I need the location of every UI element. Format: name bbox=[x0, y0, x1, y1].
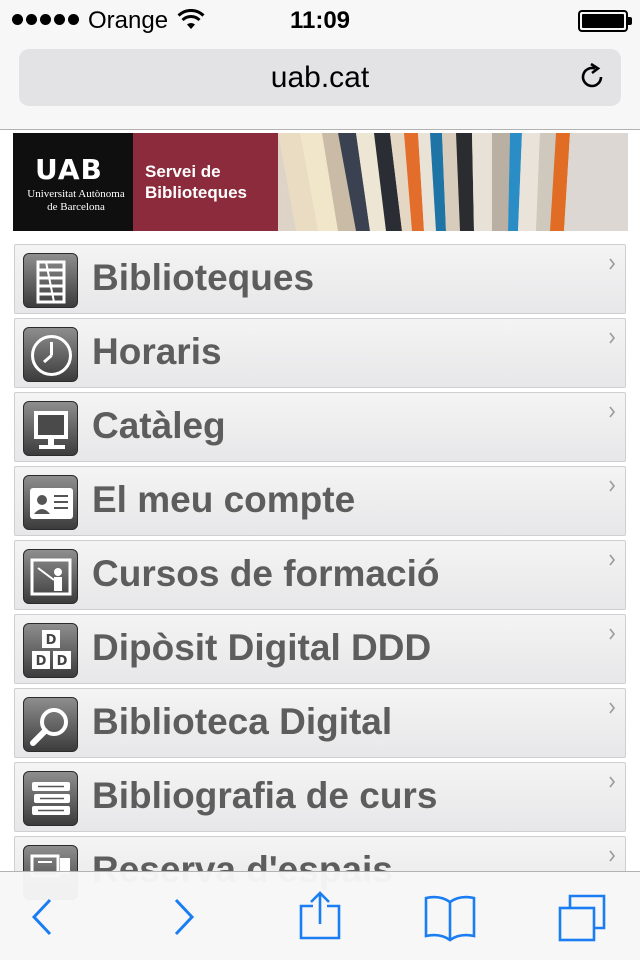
menu-item-diposit-digital-ddd[interactable]: D D D Dipòsit Digital DDD bbox=[14, 614, 626, 684]
clock-time: 11:09 bbox=[289, 7, 351, 34]
chevron-right-icon bbox=[609, 776, 616, 788]
library-shelf-icon bbox=[23, 253, 78, 308]
browser-toolbar bbox=[0, 871, 640, 960]
menu-item-label: Biblioteca Digital bbox=[92, 701, 393, 742]
menu-item-cataleg[interactable]: Catàleg bbox=[14, 392, 626, 462]
menu-item-horaris[interactable]: Horaris bbox=[14, 318, 626, 388]
menu-item-label: Bibliografia de curs bbox=[92, 775, 438, 816]
chevron-right-icon bbox=[609, 628, 616, 640]
service-line-1: Servei de bbox=[145, 162, 221, 181]
chevron-right-icon bbox=[609, 406, 616, 418]
back-icon[interactable] bbox=[14, 890, 74, 944]
chevron-right-icon bbox=[609, 332, 616, 344]
uab-logo: UAB Universitat Autònoma de Barcelona bbox=[13, 133, 133, 231]
bookmarks-icon[interactable] bbox=[420, 890, 480, 944]
svg-text:D: D bbox=[46, 633, 57, 648]
service-title: Servei de Biblioteques bbox=[133, 133, 278, 231]
uab-logo-text: UAB bbox=[35, 153, 103, 186]
menu-item-label: Dipòsit Digital DDD bbox=[92, 627, 432, 668]
status-bar: Orange 11:09 bbox=[0, 0, 640, 40]
menu-item-bibliografia-de-curs[interactable]: Bibliografia de curs bbox=[14, 762, 626, 832]
computer-monitor-icon bbox=[23, 401, 78, 456]
university-name: Universitat Autònoma de Barcelona bbox=[27, 188, 125, 213]
share-icon[interactable] bbox=[290, 890, 350, 944]
library-banner[interactable]: UAB Universitat Autònoma de Barcelona Se… bbox=[13, 133, 628, 231]
menu-item-label: Horaris bbox=[92, 331, 222, 372]
book-stack-icon bbox=[23, 771, 78, 826]
chevron-right-icon bbox=[609, 258, 616, 270]
blocks-icon: D D D bbox=[23, 623, 78, 678]
menu-item-label: Catàleg bbox=[92, 405, 226, 446]
chevron-right-icon bbox=[609, 554, 616, 566]
chevron-right-icon bbox=[609, 850, 616, 862]
browser-address-area: uab.cat bbox=[0, 40, 640, 130]
menu-item-biblioteques[interactable]: Biblioteques bbox=[14, 244, 626, 314]
chevron-right-icon bbox=[609, 702, 616, 714]
tabs-icon[interactable] bbox=[552, 890, 612, 944]
menu-item-label: El meu compte bbox=[92, 479, 356, 520]
reload-icon[interactable] bbox=[577, 62, 607, 92]
service-line-2: Biblioteques bbox=[145, 183, 248, 202]
menu-item-el-meu-compte[interactable]: El meu compte bbox=[14, 466, 626, 536]
books-photo bbox=[278, 133, 628, 231]
svg-text:D: D bbox=[36, 654, 47, 669]
battery-icon bbox=[578, 10, 632, 32]
svg-text:D: D bbox=[57, 654, 68, 669]
main-menu: Biblioteques Horaris Catàleg El meu comp… bbox=[14, 244, 626, 910]
url-text[interactable]: uab.cat bbox=[19, 61, 621, 95]
id-card-icon bbox=[23, 475, 78, 530]
menu-item-label: Biblioteques bbox=[92, 257, 315, 298]
teacher-board-icon bbox=[23, 549, 78, 604]
address-field[interactable]: uab.cat bbox=[19, 49, 621, 106]
magnifier-icon bbox=[23, 697, 78, 752]
chevron-right-icon bbox=[609, 480, 616, 492]
menu-item-biblioteca-digital[interactable]: Biblioteca Digital bbox=[14, 688, 626, 758]
forward-icon[interactable] bbox=[152, 890, 212, 944]
menu-item-label: Cursos de formació bbox=[92, 553, 440, 594]
clock-icon bbox=[23, 327, 78, 382]
menu-item-cursos-de-formacio[interactable]: Cursos de formació bbox=[14, 540, 626, 610]
